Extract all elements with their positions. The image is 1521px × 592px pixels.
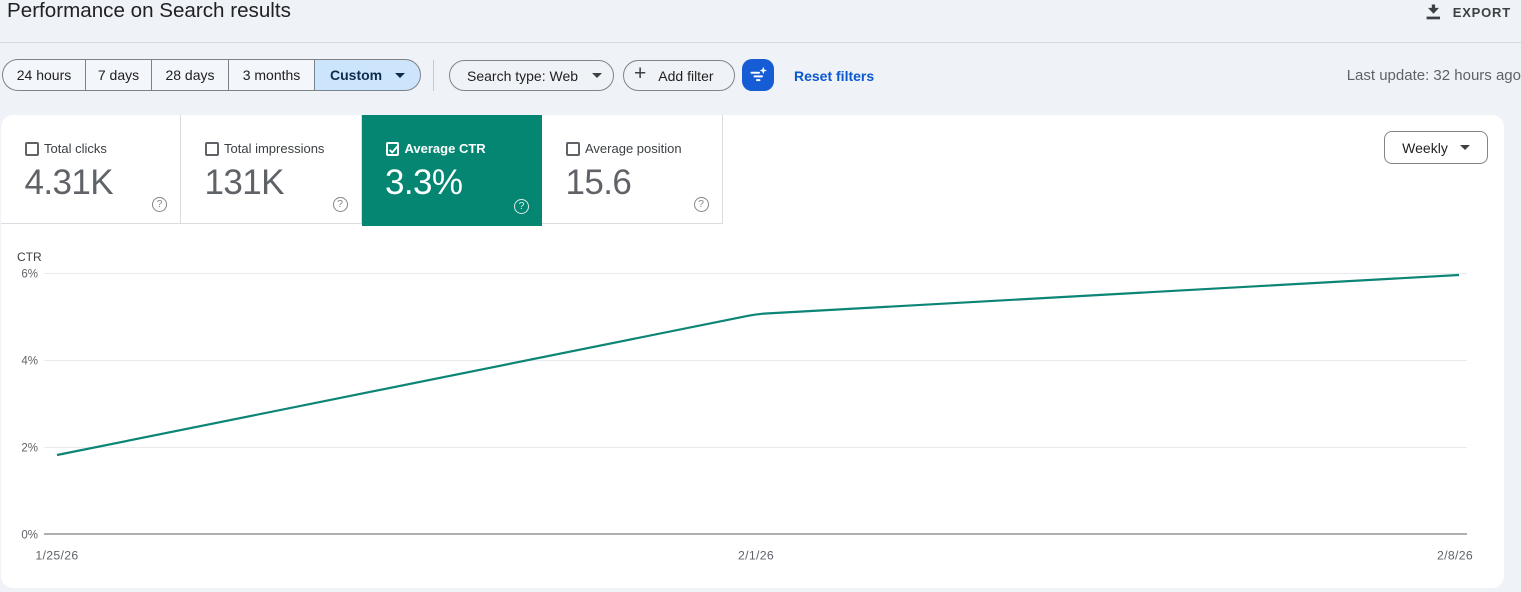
svg-text:4%: 4% xyxy=(21,356,38,368)
svg-text:2%: 2% xyxy=(21,443,38,455)
svg-text:1/25/26: 1/25/26 xyxy=(35,549,78,563)
svg-text:6%: 6% xyxy=(21,269,38,281)
svg-text:2/1/26: 2/1/26 xyxy=(738,549,774,563)
svg-text:0%: 0% xyxy=(21,530,38,542)
svg-text:CTR: CTR xyxy=(17,250,42,264)
svg-text:2/8/26: 2/8/26 xyxy=(1437,549,1473,563)
